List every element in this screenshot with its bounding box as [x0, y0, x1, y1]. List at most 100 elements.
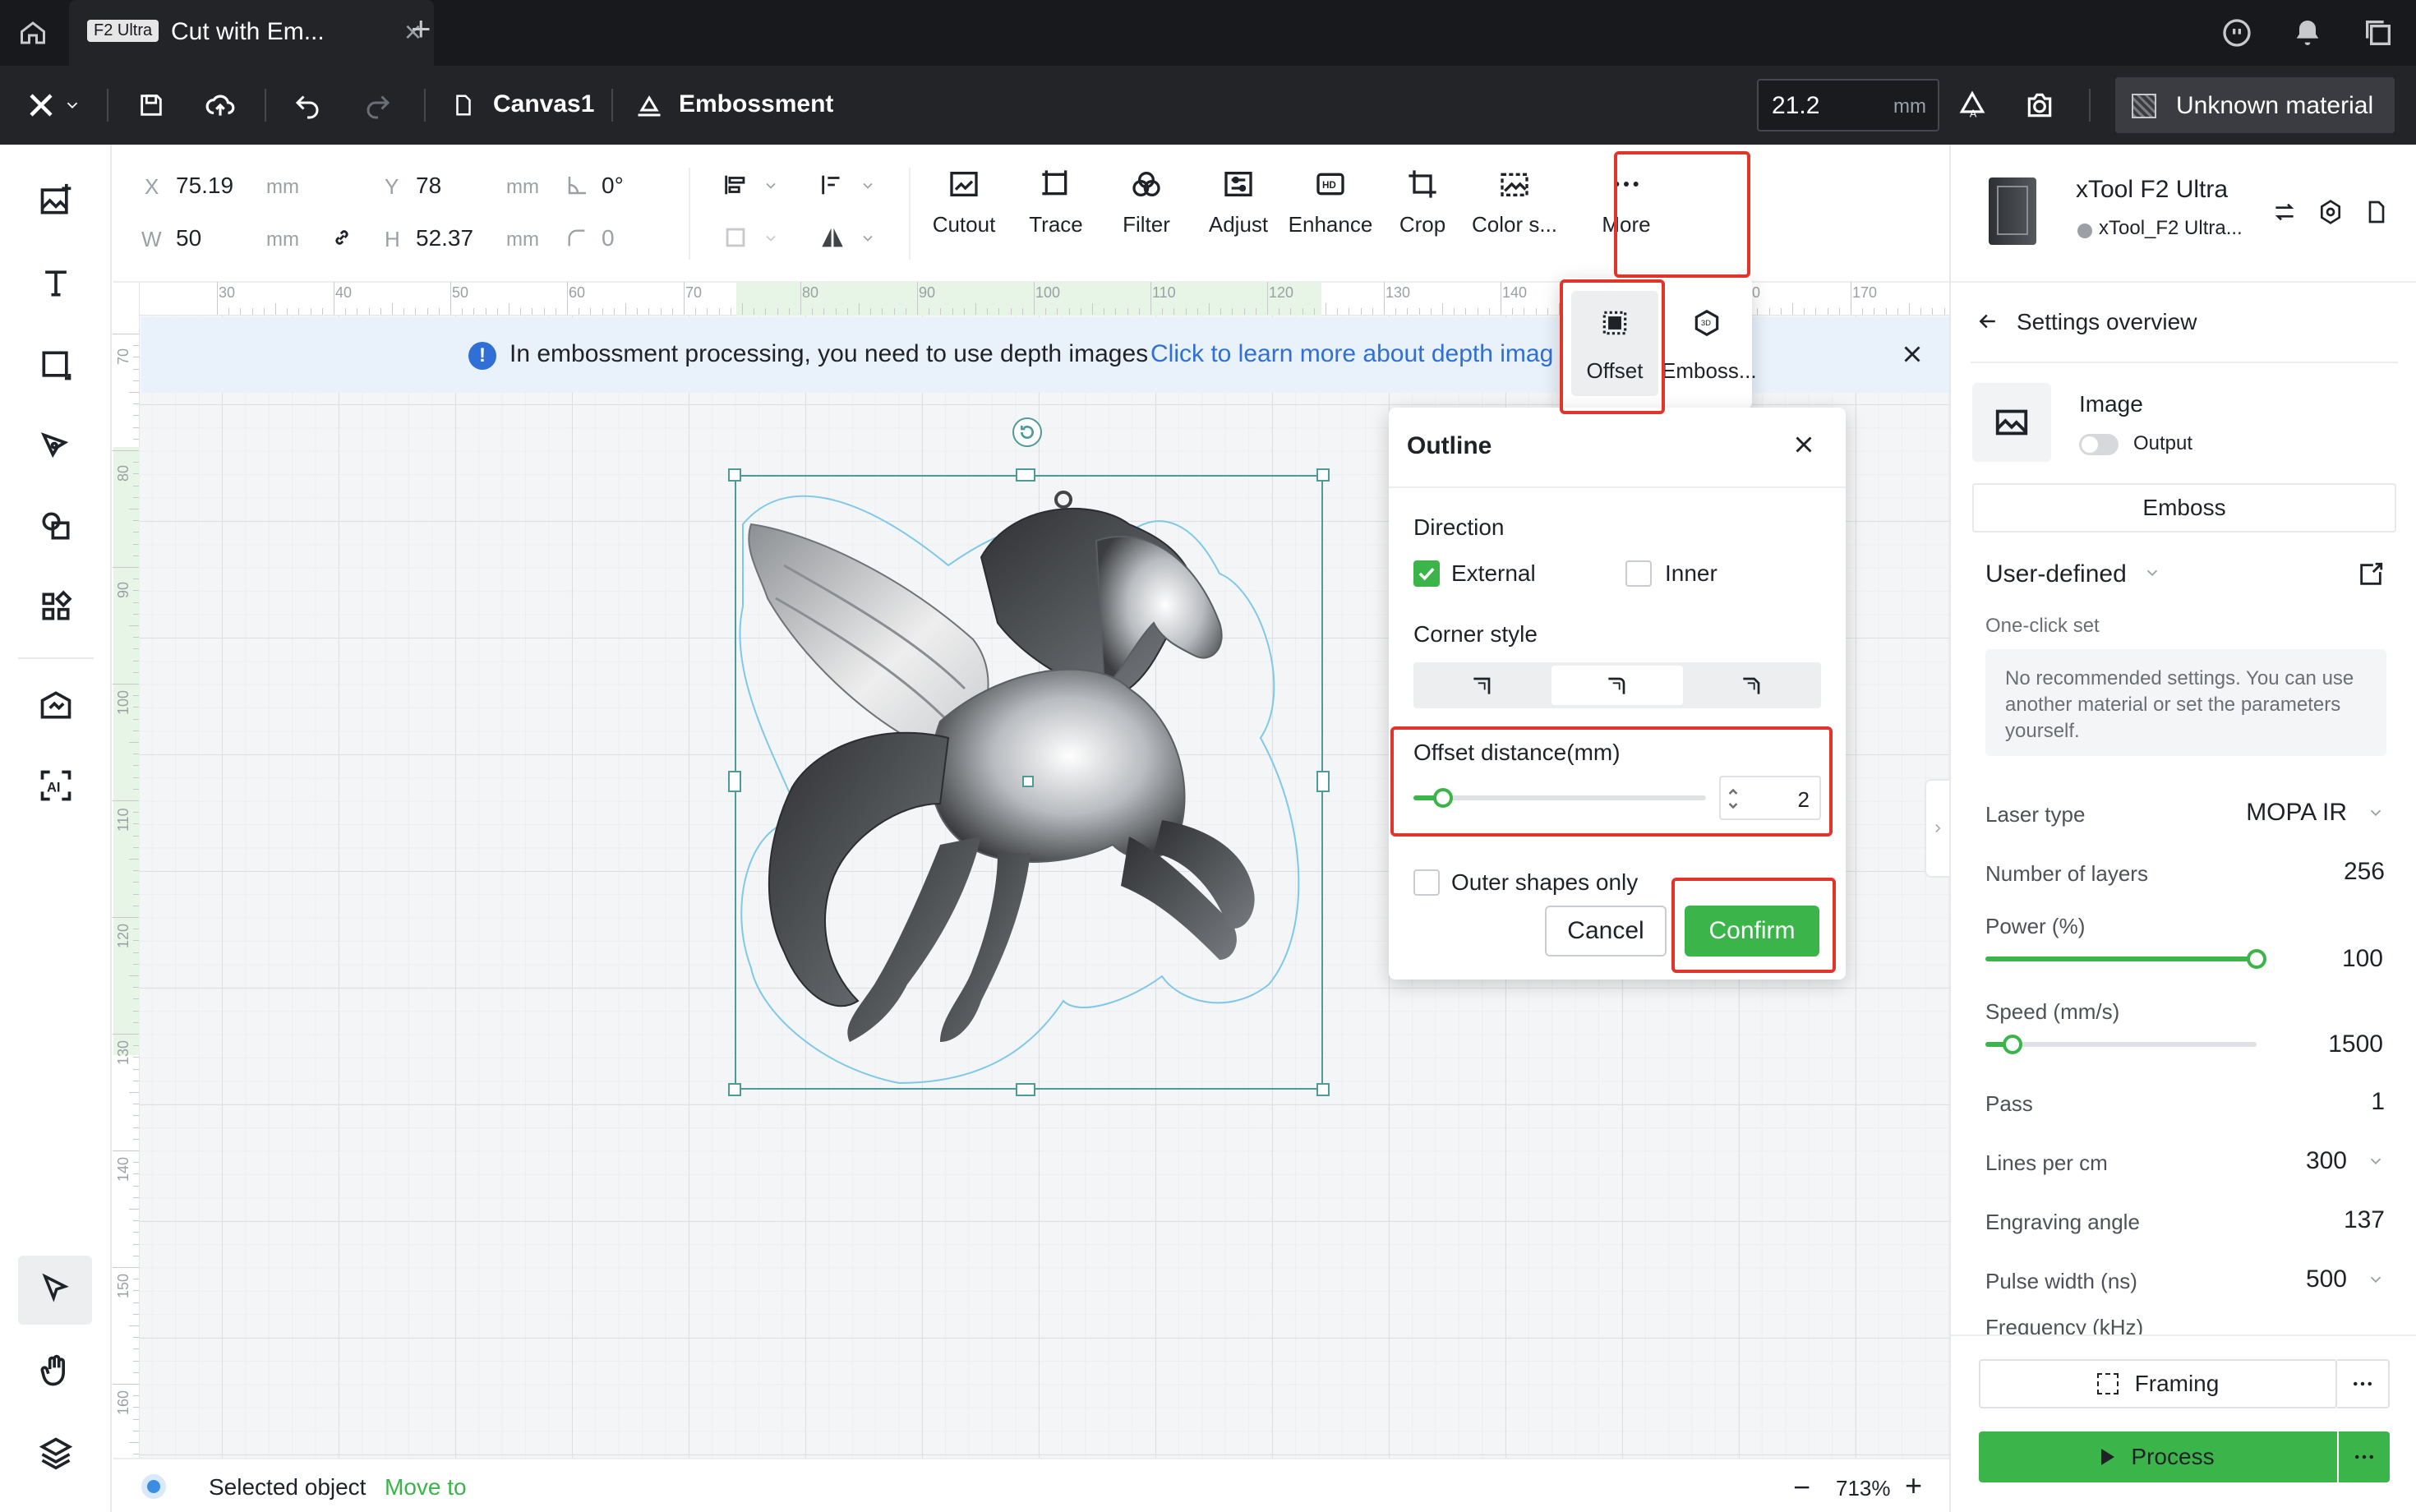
- external-checkbox[interactable]: [1413, 560, 1440, 587]
- tool-filter[interactable]: Filter: [1101, 164, 1192, 263]
- thickness-input[interactable]: 21.2 mm: [1757, 79, 1939, 131]
- device-doc-icon[interactable]: [2363, 199, 2390, 225]
- h-input[interactable]: 52.37: [416, 225, 473, 251]
- tool-enhance[interactable]: HD Enhance: [1285, 164, 1376, 263]
- group-icon[interactable]: [722, 224, 749, 251]
- lines-per-cm-row[interactable]: Lines per cm 300: [1985, 1147, 2385, 1176]
- chevron-down-icon[interactable]: [2143, 564, 2161, 582]
- device-settings-icon[interactable]: [2317, 199, 2344, 225]
- canvas-name[interactable]: Canvas1: [493, 90, 594, 118]
- home-icon[interactable]: [18, 18, 48, 48]
- speed-slider-thumb[interactable]: [2003, 1035, 2022, 1054]
- resize-handle[interactable]: [1316, 468, 1330, 482]
- material-button[interactable]: Unknown material: [2115, 77, 2395, 133]
- lock-ratio-icon[interactable]: [330, 225, 353, 250]
- pass-row[interactable]: Pass 1: [1985, 1088, 2385, 1117]
- auto-measure-icon[interactable]: A: [1953, 85, 1992, 125]
- engraving-angle-row[interactable]: Engraving angle 137: [1985, 1206, 2385, 1235]
- cancel-button[interactable]: Cancel: [1545, 906, 1667, 957]
- feedback-icon[interactable]: [2220, 16, 2253, 49]
- tab-active[interactable]: F2 Ultra Cut with Em... ×: [69, 0, 434, 66]
- bell-icon[interactable]: [2291, 16, 2324, 49]
- power-row[interactable]: Power (%): [1985, 914, 2385, 939]
- zoom-in-button[interactable]: +: [1905, 1471, 1922, 1500]
- resize-handle[interactable]: [728, 468, 741, 482]
- undo-icon[interactable]: [288, 85, 327, 125]
- outer-shapes-only-checkbox[interactable]: [1413, 869, 1440, 896]
- power-slider-track[interactable]: [1985, 949, 2266, 969]
- corner-round-option[interactable]: [1551, 666, 1683, 705]
- close-banner-icon[interactable]: [1898, 340, 1926, 368]
- resize-handle[interactable]: [728, 1083, 741, 1096]
- tool-trace[interactable]: Trace: [1011, 164, 1101, 263]
- corner-bevel-option[interactable]: [1686, 666, 1818, 705]
- hand-tool-icon[interactable]: [33, 1348, 79, 1394]
- inner-checkbox[interactable]: [1625, 560, 1652, 587]
- banner-link[interactable]: Click to learn more about depth imag: [1150, 340, 1553, 368]
- y-input[interactable]: 78: [416, 173, 441, 199]
- resize-handle[interactable]: [1016, 1083, 1035, 1096]
- output-toggle[interactable]: [2079, 434, 2119, 455]
- corner-radius-input[interactable]: 0: [602, 225, 615, 251]
- layers-icon[interactable]: [33, 1430, 79, 1476]
- distribute-icon[interactable]: [818, 171, 846, 199]
- frequency-row[interactable]: Frequency (kHz): [1985, 1315, 2385, 1335]
- pulse-width-row[interactable]: Pulse width (ns) 500: [1985, 1265, 2385, 1294]
- windows-icon[interactable]: [2362, 16, 2395, 49]
- tool-cutout[interactable]: Cutout: [919, 164, 1009, 263]
- resize-handle[interactable]: [1316, 1083, 1330, 1096]
- layers-row[interactable]: Number of layers 256: [1985, 858, 2385, 887]
- corner-sharp-option[interactable]: [1417, 666, 1548, 705]
- power-slider-thumb[interactable]: [2247, 949, 2266, 969]
- export-settings-icon[interactable]: [2357, 560, 2385, 588]
- tool-adjust[interactable]: Adjust: [1193, 164, 1284, 263]
- apps-icon[interactable]: [33, 583, 79, 629]
- chevron-down-icon[interactable]: [763, 230, 779, 247]
- shape-tool-icon[interactable]: [33, 342, 79, 388]
- w-input[interactable]: 50: [176, 225, 201, 251]
- tool-color-separation[interactable]: Color s...: [1469, 164, 1560, 263]
- chevron-down-icon[interactable]: [2367, 1152, 2385, 1170]
- resize-handle[interactable]: [1016, 468, 1035, 482]
- elements-icon[interactable]: [33, 503, 79, 549]
- select-tool-button[interactable]: [18, 1256, 92, 1325]
- speed-row[interactable]: Speed (mm/s): [1985, 999, 2385, 1025]
- chevron-down-icon[interactable]: [62, 85, 82, 125]
- material-library-icon[interactable]: [33, 682, 79, 728]
- chevron-down-icon[interactable]: [860, 177, 876, 194]
- ai-tool-icon[interactable]: AI: [33, 763, 79, 809]
- chevron-down-icon[interactable]: [860, 230, 876, 247]
- speed-slider-track[interactable]: [1985, 1035, 2257, 1054]
- chevron-down-icon[interactable]: [2367, 1270, 2385, 1288]
- redo-icon[interactable]: [358, 85, 398, 125]
- framing-more-button[interactable]: [2337, 1359, 2390, 1408]
- process-button[interactable]: Process: [1979, 1431, 2337, 1482]
- zoom-level[interactable]: 713%: [1836, 1476, 1891, 1501]
- xtool-logo-icon[interactable]: [21, 85, 61, 125]
- cloud-upload-icon[interactable]: [201, 85, 240, 125]
- pen-tool-icon[interactable]: [33, 424, 79, 470]
- tool-crop[interactable]: Crop: [1377, 164, 1468, 263]
- processing-mode[interactable]: Embossment: [679, 90, 833, 118]
- laser-type-row[interactable]: Laser type MOPA IR: [1985, 799, 2385, 827]
- chevron-down-icon[interactable]: [763, 177, 779, 194]
- close-dialog-icon[interactable]: [1790, 431, 1818, 459]
- back-arrow-icon[interactable]: [1976, 309, 2000, 334]
- device-name[interactable]: xTool F2 Ultra: [2076, 176, 2228, 204]
- new-tab-button[interactable]: +: [411, 12, 431, 46]
- power-value[interactable]: 100: [2342, 945, 2383, 973]
- preset-select[interactable]: User-defined: [1985, 560, 2127, 588]
- resize-handle[interactable]: [1316, 771, 1330, 792]
- align-icon[interactable]: [722, 171, 749, 199]
- resize-handle[interactable]: [728, 771, 741, 792]
- camera-icon[interactable]: [2020, 85, 2059, 125]
- add-image-icon[interactable]: [33, 177, 79, 224]
- emboss-tab[interactable]: Emboss: [1972, 483, 2396, 532]
- rotate-input[interactable]: 0°: [602, 173, 624, 199]
- rotate-handle-icon[interactable]: [1012, 417, 1042, 447]
- speed-value[interactable]: 1500: [2328, 1030, 2383, 1058]
- chevron-down-icon[interactable]: [2367, 804, 2385, 822]
- switch-device-icon[interactable]: [2271, 199, 2298, 225]
- move-to-link[interactable]: Move to: [385, 1474, 467, 1500]
- framing-button[interactable]: Framing: [1979, 1359, 2337, 1408]
